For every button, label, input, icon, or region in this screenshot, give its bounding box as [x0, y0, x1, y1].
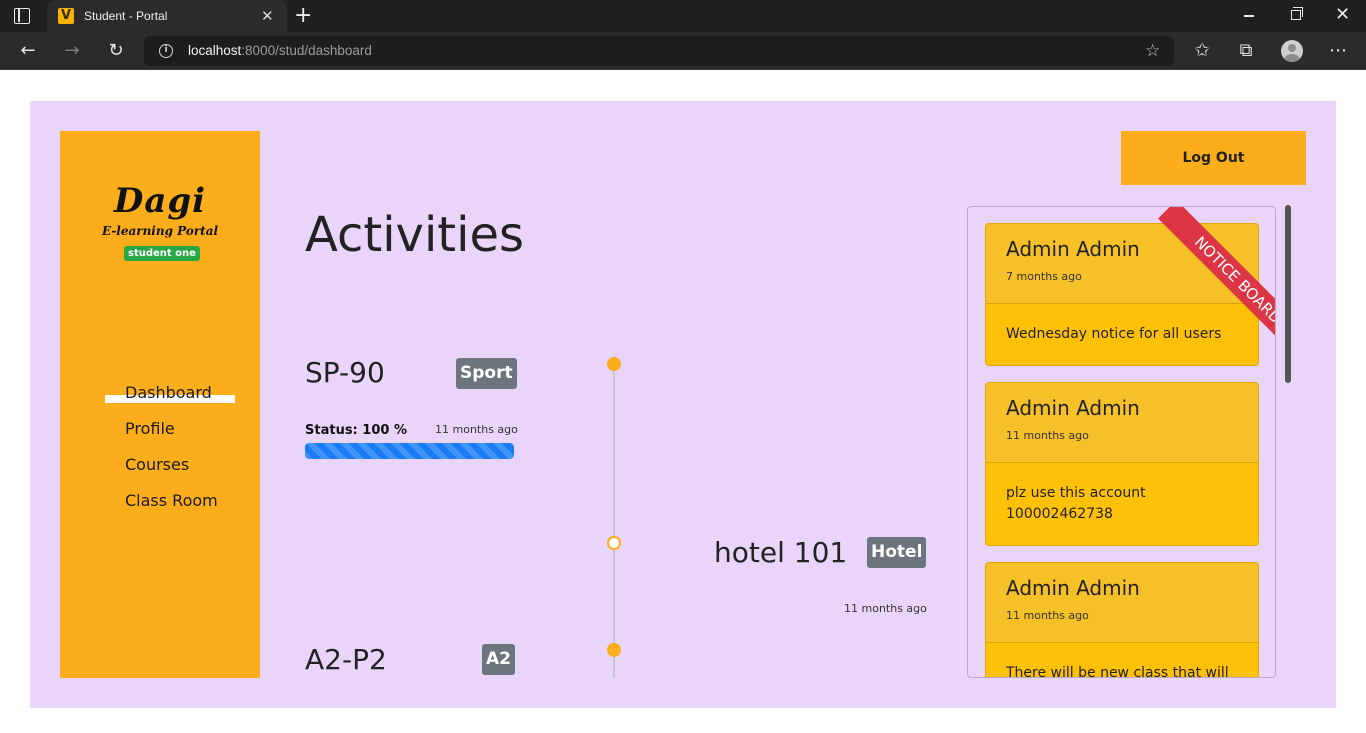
activity-badge: Hotel — [867, 537, 927, 568]
sidebar-item-courses[interactable]: Courses — [125, 454, 189, 476]
arrow-right-icon[interactable]: → — [59, 38, 85, 64]
restore-icon[interactable] — [1291, 7, 1303, 20]
tab-title: Student - Portal — [84, 9, 168, 23]
sidebar-item-class-room[interactable]: Class Room — [125, 490, 218, 512]
address-bar[interactable]: i localhost:8000/stud/dashboard ☆ — [144, 36, 1174, 66]
progress-fill — [305, 443, 514, 459]
window-close-icon[interactable]: ✕ — [1335, 3, 1350, 27]
progress-bar — [305, 443, 514, 459]
notice-body: Wednesday notice for all users — [1006, 326, 1222, 342]
sidebar: Dagi E-learning Portal student one Dashb… — [60, 131, 260, 678]
notice-card: Admin Admin 11 months ago plz use this a… — [985, 382, 1259, 546]
notice-body: plz use this account 100002462738 — [1006, 485, 1146, 522]
notice-header: Admin Admin 11 months ago — [986, 563, 1258, 643]
logout-button[interactable]: Log Out — [1121, 131, 1306, 185]
collections-icon[interactable]: ⧉ — [1233, 38, 1259, 64]
timeline-dot — [607, 357, 621, 371]
arrow-left-icon[interactable]: ← — [15, 38, 41, 64]
info-icon[interactable]: i — [159, 44, 173, 58]
timeline-dot — [607, 536, 621, 550]
refresh-icon[interactable]: ↻ — [103, 38, 129, 64]
browser-toolbar: ← → ↻ i localhost:8000/stud/dashboard ☆ … — [0, 32, 1366, 70]
activity-name: A2-P2 — [305, 643, 387, 676]
dashboard-page: Dagi E-learning Portal student one Dashb… — [30, 101, 1336, 708]
favicon-icon: V — [58, 8, 74, 24]
tab-actions-icon[interactable] — [14, 8, 30, 24]
notice-board[interactable]: Admin Admin 7 months ago Wednesday notic… — [967, 206, 1276, 678]
activity-time: 11 months ago — [435, 423, 518, 436]
activity-name: hotel 101 — [714, 536, 848, 569]
star-plus-icon[interactable]: ☆ — [1145, 41, 1160, 61]
logo-subtitle: E-learning Portal — [101, 224, 219, 238]
page-title: Activities — [305, 207, 524, 263]
url-host: localhost — [188, 43, 242, 58]
notice-body: There will be new class that will — [1006, 665, 1229, 678]
notice-time: 11 months ago — [1006, 609, 1089, 622]
activity-badge: Sport — [456, 358, 517, 389]
close-icon[interactable]: ✕ — [261, 6, 274, 26]
url-path: :8000/stud/dashboard — [241, 43, 372, 58]
notice-time: 7 months ago — [1006, 270, 1082, 283]
browser-tab-bar: V Student - Portal ✕ + ✕ — [0, 0, 1366, 32]
sidebar-item-profile[interactable]: Profile — [125, 418, 175, 440]
sidebar-item-dashboard[interactable]: Dashboard — [125, 382, 212, 404]
timeline-dot — [607, 643, 621, 657]
user-badge: student one — [124, 246, 200, 261]
notice-card: Admin Admin 11 months ago There will be … — [985, 562, 1259, 678]
minimize-icon[interactable] — [1244, 15, 1254, 17]
notice-scrollbar[interactable] — [1285, 205, 1291, 383]
activity-time: 11 months ago — [844, 602, 927, 615]
plus-icon[interactable]: + — [294, 3, 312, 29]
notice-author: Admin Admin — [1006, 396, 1140, 420]
activity-badge: A2 — [482, 644, 515, 675]
more-icon[interactable]: ⋯ — [1325, 38, 1351, 64]
favorites-icon[interactable]: ✩ — [1189, 38, 1215, 64]
notice-time: 11 months ago — [1006, 429, 1089, 442]
timeline-line — [613, 363, 615, 678]
logo-title: Dagi — [113, 181, 207, 221]
notice-header: Admin Admin 11 months ago — [986, 383, 1258, 463]
notice-author: Admin Admin — [1006, 576, 1140, 600]
activity-status: Status: 100 % — [305, 423, 407, 438]
browser-tab[interactable]: V Student - Portal ✕ — [47, 0, 287, 32]
activity-name: SP-90 — [305, 356, 385, 389]
avatar-icon[interactable] — [1281, 40, 1303, 62]
url-text[interactable]: localhost:8000/stud/dashboard — [188, 43, 372, 59]
